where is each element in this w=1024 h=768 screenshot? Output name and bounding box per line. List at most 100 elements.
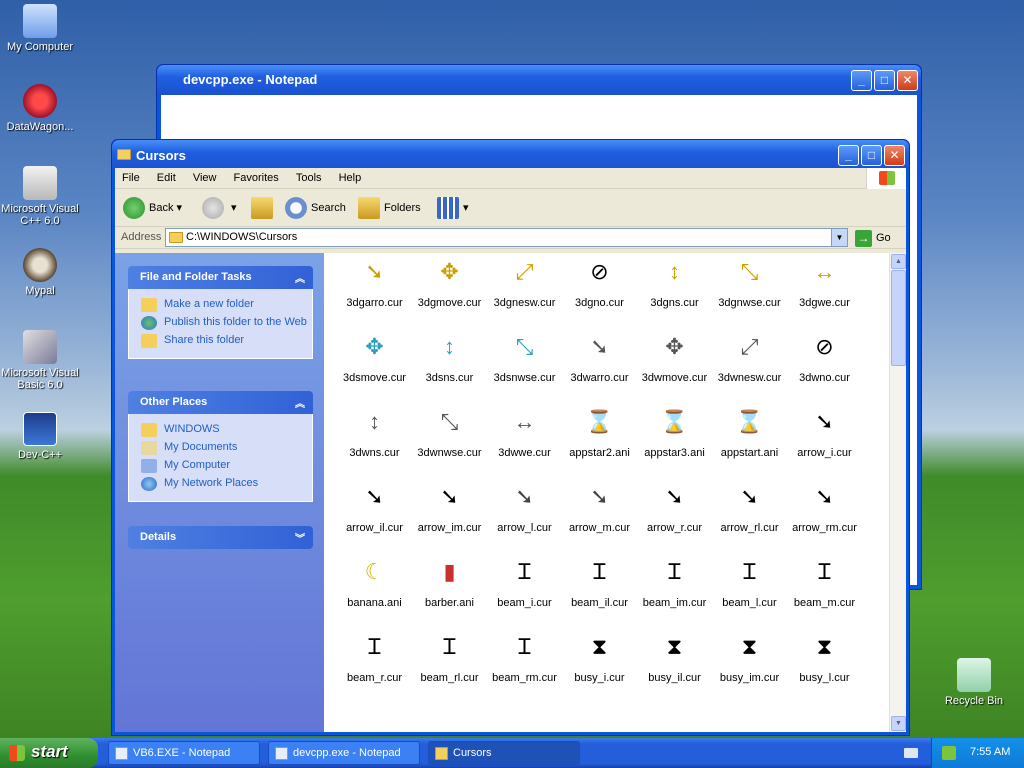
file-item[interactable]: ☾ banana.ani	[337, 557, 412, 609]
file-item[interactable]: ⧗ busy_il.cur	[637, 632, 712, 684]
file-item[interactable]: ▮ barber.ani	[412, 557, 487, 609]
other-places-header[interactable]: Other Places ︽	[128, 391, 313, 414]
scroll-up-button[interactable]: ▲	[891, 254, 906, 269]
file-item[interactable]: ➘ arrow_m.cur	[562, 482, 637, 534]
collapse-chevron-icon[interactable]: ︽	[295, 270, 305, 285]
file-item[interactable]: ➘ arrow_rl.cur	[712, 482, 787, 534]
minimize-button[interactable]: _	[851, 70, 872, 91]
desktop-icon-recycle-bin[interactable]: Recycle Bin	[934, 658, 1014, 707]
search-button[interactable]: Search	[285, 195, 346, 221]
clock[interactable]: 7:55 AM	[970, 746, 1010, 758]
file-item[interactable]: ➘ arrow_i.cur	[787, 407, 862, 459]
desktop-icon-dev-cpp[interactable]: Dev-C++	[0, 412, 80, 461]
file-item[interactable]: ⌛ appstar3.ani	[637, 407, 712, 459]
scroll-down-button[interactable]: ▼	[891, 716, 906, 731]
maximize-button[interactable]: □	[874, 70, 895, 91]
cursor-file-icon: ➘	[515, 484, 534, 509]
up-folder-button[interactable]	[251, 195, 277, 221]
menu-view[interactable]: View	[186, 168, 224, 184]
place-windows[interactable]: WINDOWS	[141, 423, 312, 437]
file-item[interactable]: ↔ 3dgwe.cur	[787, 257, 862, 309]
file-item[interactable]: ➘ arrow_rm.cur	[787, 482, 862, 534]
desktop-icon-datawagon[interactable]: DataWagon...	[0, 84, 80, 133]
file-item[interactable]: ✥ 3dwmove.cur	[637, 332, 712, 384]
file-item[interactable]: ⊘ 3dgno.cur	[562, 257, 637, 309]
file-folder-tasks-header[interactable]: File and Folder Tasks ︽	[128, 266, 313, 289]
place-my-network-places[interactable]: My Network Places	[141, 477, 312, 491]
file-item[interactable]: Ɪbeam_i.cur	[487, 557, 562, 609]
file-item[interactable]: ➘ arrow_im.cur	[412, 482, 487, 534]
close-button[interactable]: ✕	[897, 70, 918, 91]
task-make-new-folder[interactable]: Make a new folder	[141, 298, 312, 312]
file-item[interactable]: ⧗ busy_i.cur	[562, 632, 637, 684]
back-button[interactable]: Back ▾	[123, 195, 182, 221]
menu-help[interactable]: Help	[332, 168, 369, 184]
file-item[interactable]: ⤡ 3dgnwse.cur	[712, 257, 787, 309]
file-item[interactable]: ➘ 3dwarro.cur	[562, 332, 637, 384]
minimize-button[interactable]: _	[838, 145, 859, 166]
keyboard-icon[interactable]	[904, 748, 918, 758]
folders-button[interactable]: Folders	[358, 195, 421, 221]
file-item[interactable]: ⧗ busy_im.cur	[712, 632, 787, 684]
notepad-titlebar[interactable]: devcpp.exe - Notepad	[157, 65, 921, 95]
go-button[interactable]: → Go	[855, 229, 891, 247]
tray-network-icon[interactable]	[942, 746, 956, 760]
file-item[interactable]: ↕ 3dwns.cur	[337, 407, 412, 459]
explorer-titlebar[interactable]: Cursors	[112, 140, 909, 170]
collapse-chevron-icon[interactable]: ︽	[295, 395, 305, 410]
file-item[interactable]: ➘ arrow_il.cur	[337, 482, 412, 534]
close-button[interactable]: ✕	[884, 145, 905, 166]
file-list-view[interactable]: ➘ 3dgarro.cur ✥ 3dgmove.cur ⤢ 3dgnesw.cur ⊘ 3dg…	[324, 253, 889, 732]
file-item[interactable]: Ɪbeam_im.cur	[637, 557, 712, 609]
file-item[interactable]: Ɪbeam_r.cur	[337, 632, 412, 684]
taskbar-button-devcpp-notepad[interactable]: devcpp.exe - Notepad	[268, 741, 420, 765]
address-input[interactable]: C:\WINDOWS\Cursors ▼	[165, 228, 848, 247]
file-item[interactable]: ↔ 3dwwe.cur	[487, 407, 562, 459]
file-item[interactable]: Ɪbeam_m.cur	[787, 557, 862, 609]
scroll-thumb[interactable]	[891, 270, 906, 366]
menu-favorites[interactable]: Favorites	[227, 168, 286, 184]
explorer-window[interactable]: Cursors _ □ ✕ File Edit View Favorites T…	[111, 139, 910, 736]
file-item[interactable]: Ɪbeam_rm.cur	[487, 632, 562, 684]
file-item[interactable]: ✥ 3dgmove.cur	[412, 257, 487, 309]
taskbar-button-vb6-notepad[interactable]: VB6.EXE - Notepad	[108, 741, 260, 765]
place-my-computer[interactable]: My Computer	[141, 459, 312, 473]
desktop-icon-visual-cpp[interactable]: Microsoft Visual C++ 6.0	[0, 166, 80, 227]
file-item[interactable]: ⌛ appstart.ani	[712, 407, 787, 459]
expand-chevron-icon[interactable]: ︾	[295, 530, 305, 545]
file-item[interactable]: ➘ arrow_r.cur	[637, 482, 712, 534]
maximize-button[interactable]: □	[861, 145, 882, 166]
menu-file[interactable]: File	[115, 168, 147, 184]
start-button[interactable]: start	[0, 738, 98, 768]
address-dropdown-button[interactable]: ▼	[831, 229, 847, 246]
file-item[interactable]: Ɪbeam_rl.cur	[412, 632, 487, 684]
file-item[interactable]: ⧗ busy_l.cur	[787, 632, 862, 684]
vertical-scrollbar[interactable]: ▲ ▼	[889, 253, 906, 732]
place-my-documents[interactable]: My Documents	[141, 441, 312, 455]
desktop-icon-my-computer[interactable]: My Computer	[0, 4, 80, 53]
file-item[interactable]: ↕ 3dsns.cur	[412, 332, 487, 384]
file-item[interactable]: ⤢ 3dgnesw.cur	[487, 257, 562, 309]
file-item[interactable]: ⤡ 3dsnwse.cur	[487, 332, 562, 384]
file-item[interactable]: ➘ 3dgarro.cur	[337, 257, 412, 309]
file-item[interactable]: Ɪbeam_il.cur	[562, 557, 637, 609]
views-button[interactable]: ▾	[437, 195, 469, 221]
share-folder-icon	[141, 334, 157, 348]
file-item[interactable]: Ɪbeam_l.cur	[712, 557, 787, 609]
taskbar-button-cursors[interactable]: Cursors	[428, 741, 580, 765]
task-share-folder[interactable]: Share this folder	[141, 334, 312, 348]
file-item[interactable]: ⊘ 3dwno.cur	[787, 332, 862, 384]
task-publish-folder[interactable]: Publish this folder to the Web	[141, 316, 312, 330]
file-item[interactable]: ⤡ 3dwnwse.cur	[412, 407, 487, 459]
file-item[interactable]: ⌛ appstar2.ani	[562, 407, 637, 459]
menu-edit[interactable]: Edit	[150, 168, 183, 184]
desktop-icon-mypal[interactable]: Mypal	[0, 248, 80, 297]
file-item[interactable]: ⤢ 3dwnesw.cur	[712, 332, 787, 384]
forward-button[interactable]: ▾	[202, 195, 237, 221]
file-item[interactable]: ➘ arrow_l.cur	[487, 482, 562, 534]
details-header[interactable]: Details ︾	[128, 526, 313, 549]
file-item[interactable]: ↕ 3dgns.cur	[637, 257, 712, 309]
desktop-icon-visual-basic[interactable]: Microsoft Visual Basic 6.0	[0, 330, 80, 391]
file-item[interactable]: ✥ 3dsmove.cur	[337, 332, 412, 384]
menu-tools[interactable]: Tools	[289, 168, 329, 184]
